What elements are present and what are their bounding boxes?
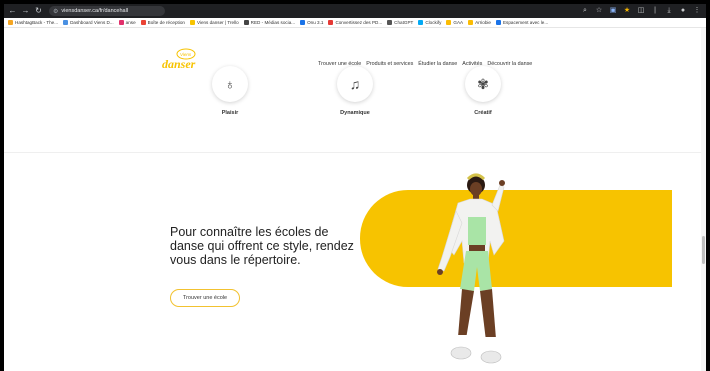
bookmark-favicon-icon: [140, 20, 146, 25]
browser-toolbar: ← → ↻ ⚙ viensdanser.ca/fr/dancehall ⌕ ☆ …: [4, 4, 706, 18]
bookmark-label: Dashboard Viens D...: [70, 20, 114, 25]
bookmark-label: Viens danser | Trello: [196, 20, 239, 25]
bookmarks-bar: HashtagBack - The... Dashboard Viens D...…: [4, 18, 706, 28]
profile-icon[interactable]: ●: [678, 4, 688, 18]
bookmark-item[interactable]: Boîte de réception: [140, 20, 185, 25]
divider-icon: |: [654, 7, 656, 14]
site-logo[interactable]: Viens danser: [156, 48, 204, 74]
bookmark-favicon-icon: [243, 20, 249, 25]
bookmark-item[interactable]: Dashboard Viens D...: [63, 20, 114, 25]
feature-plaisir: ♁ Plaisir: [185, 66, 275, 116]
bookmark-label: Onu 3.1: [307, 20, 324, 25]
forward-icon[interactable]: →: [21, 4, 30, 18]
extension-icon[interactable]: ▣: [608, 4, 618, 18]
bookmark-label: Espacement avec le...: [502, 20, 549, 25]
bookmark-favicon-icon: [189, 20, 195, 25]
page-scrollbar[interactable]: [701, 28, 706, 371]
bookmark-label: ChatGPT: [394, 20, 414, 25]
bookmark-item[interactable]: Arriobie: [468, 20, 491, 25]
person-icon: ♁: [212, 66, 248, 102]
bookmark-favicon-icon: [300, 20, 306, 25]
hero-text: Pour connaître les écoles de danse qui o…: [170, 225, 354, 267]
bookmark-item[interactable]: RED - Médias socia...: [243, 20, 296, 25]
bookmark-label: HashtagBack - The...: [15, 20, 59, 25]
bookmark-item[interactable]: Viens danser | Trello: [189, 20, 239, 25]
extensions-puzzle-icon[interactable]: ◫: [636, 4, 646, 18]
bookmark-favicon-icon: [63, 20, 69, 25]
bookmark-label: Clockify: [425, 20, 442, 25]
bookmark-label: Convertissez des PD...: [335, 20, 383, 25]
music-notes-icon: ♫: [337, 66, 373, 102]
bookmark-item[interactable]: Convertissez des PD...: [328, 20, 382, 25]
url-text: viensdanser.ca/fr/dancehall: [61, 8, 129, 14]
bookmark-favicon-icon: [468, 20, 474, 25]
bookmark-label: Boîte de réception: [147, 20, 185, 25]
bookmark-star-icon[interactable]: ☆: [594, 4, 604, 18]
flower-icon: ✾: [465, 66, 501, 102]
svg-text:danser: danser: [162, 57, 196, 71]
download-icon[interactable]: ⤓: [664, 4, 674, 18]
bookmark-favicon-icon: [118, 20, 124, 25]
bookmark-label: RED - Médias socia...: [250, 20, 296, 25]
bookmark-favicon-icon: [387, 20, 393, 25]
find-school-button[interactable]: Trouver une école: [170, 289, 240, 307]
feature-label: Plaisir: [221, 110, 239, 116]
bookmark-favicon-icon: [8, 20, 13, 25]
bookmark-label: Arriobie: [475, 20, 491, 25]
scrollbar-thumb[interactable]: [702, 236, 705, 264]
back-icon[interactable]: ←: [8, 4, 17, 18]
menu-icon[interactable]: ⋮: [692, 4, 702, 18]
browser-window: ← → ↻ ⚙ viensdanser.ca/fr/dancehall ⌕ ☆ …: [4, 4, 706, 371]
bookmark-favicon-icon: [495, 20, 501, 25]
address-bar[interactable]: ⚙ viensdanser.ca/fr/dancehall: [49, 6, 165, 16]
bookmark-item[interactable]: Clockify: [418, 20, 441, 25]
zoom-icon[interactable]: ⌕: [580, 4, 590, 18]
extension-icon-2[interactable]: ★: [622, 4, 632, 18]
reload-icon[interactable]: ↻: [34, 4, 43, 18]
bookmark-favicon-icon: [418, 20, 424, 25]
feature-label: Dynamique: [340, 110, 370, 116]
bookmark-item[interactable]: anse: [118, 20, 136, 25]
bookmark-label: anse: [125, 20, 136, 25]
bookmark-item[interactable]: HashtagBack - The...: [8, 20, 58, 25]
section-divider: [4, 152, 706, 153]
bookmark-item[interactable]: Espacement avec le...: [495, 20, 549, 25]
bookmark-item[interactable]: Onu 3.1: [300, 20, 323, 25]
nav-link[interactable]: Étudier la danse: [418, 61, 457, 67]
feature-dynamique: ♫ Dynamique: [310, 66, 400, 116]
nav-link[interactable]: Produits et services: [366, 61, 413, 67]
dancer-image: [437, 173, 505, 364]
feature-creatif: ✾ Créatif: [438, 66, 528, 116]
bookmark-item[interactable]: ChatGPT: [387, 20, 413, 25]
site-info-icon[interactable]: ⚙: [53, 8, 58, 15]
nav-link[interactable]: Découvrir la danse: [487, 61, 532, 67]
bookmark-favicon-icon: [446, 20, 452, 25]
logo-graphic: Viens danser: [162, 48, 196, 71]
feature-label: Créatif: [474, 110, 492, 116]
bookmark-item[interactable]: GAA: [446, 20, 463, 25]
features-row: ♁ Plaisir ♫ Dynamique ✾ Créatif: [4, 66, 706, 154]
bookmark-label: GAA: [453, 20, 464, 25]
bookmark-favicon-icon: [328, 20, 334, 25]
